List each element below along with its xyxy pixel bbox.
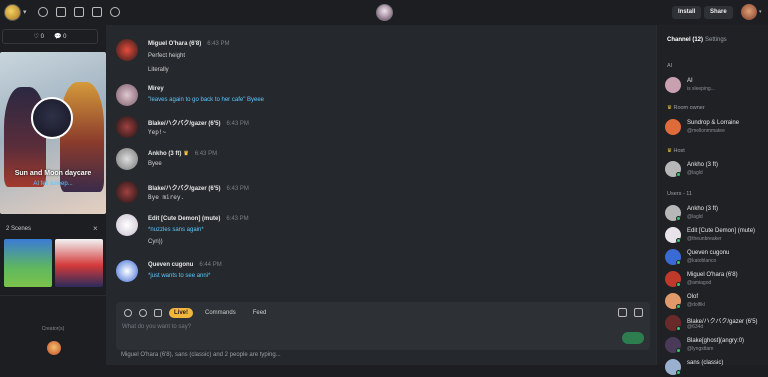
- crown-icon: ♛: [667, 148, 672, 154]
- share-button[interactable]: Share: [704, 6, 733, 19]
- scene-title: Sun and Moon daycare: [14, 170, 92, 177]
- online-indicator: [676, 216, 681, 221]
- add-icon[interactable]: [110, 7, 120, 17]
- avatar[interactable]: [116, 148, 138, 170]
- tab-feed[interactable]: Feed: [248, 308, 272, 318]
- creator-avatar[interactable]: [47, 341, 61, 355]
- scene-thumbnail[interactable]: [4, 239, 52, 287]
- chevron-down-icon[interactable]: ▾: [23, 8, 27, 16]
- composer-toolbar: Live! Commands Feed: [124, 308, 271, 318]
- crown-icon: ♛: [667, 105, 672, 111]
- scene-status: AI fell asleep...: [33, 181, 73, 187]
- top-toolbar: [38, 7, 120, 17]
- user-list-item[interactable]: Blake/ハクバク/gazer (6'5) @634d: [665, 315, 765, 333]
- user-list-item[interactable]: Olof @dolfikl: [665, 293, 765, 311]
- online-indicator: [676, 348, 681, 353]
- creators-label: Creator(s): [41, 326, 65, 332]
- user-list-item[interactable]: Ankho (3 ft) @lagld: [665, 205, 765, 223]
- room-stats: ♡ 0 💬 0: [2, 29, 98, 44]
- ai-user[interactable]: AI is sleeping...: [665, 77, 765, 95]
- emoji-icon[interactable]: [124, 309, 132, 317]
- user-list-item[interactable]: sans (classic): [665, 359, 765, 377]
- tab-settings[interactable]: Settings: [705, 37, 727, 43]
- owner-user[interactable]: Sundrop & Lorraine @mellonmmatee: [665, 119, 765, 137]
- top-bar: ▾ Install Share ▾: [0, 0, 768, 25]
- close-icon[interactable]: ×: [93, 224, 98, 233]
- host-user[interactable]: Ankho (3 ft) @lagld: [665, 161, 765, 179]
- panel-toggle-icon[interactable]: [634, 308, 643, 317]
- chat-stat[interactable]: 💬 0: [54, 33, 67, 40]
- user-list-item[interactable]: Blake[ghost](angry:0) @lyngsttam: [665, 337, 765, 355]
- app-logo[interactable]: [4, 4, 21, 21]
- sticker-icon[interactable]: [139, 309, 147, 317]
- compass-icon[interactable]: [38, 7, 48, 17]
- owner-section-label: ♛ Room owner: [667, 105, 705, 111]
- users-section-label: Users - 11: [667, 191, 692, 197]
- heart-stat[interactable]: ♡ 0: [34, 33, 44, 40]
- avatar[interactable]: [116, 214, 138, 236]
- user-list-item[interactable]: Edit [Cute Demon] (mute) @theunbreaker: [665, 227, 765, 245]
- typing-indicator: Miguel O'hara (6'8), sans (classic) and …: [121, 352, 281, 358]
- image-icon[interactable]: [92, 7, 102, 17]
- sliders-icon[interactable]: [74, 7, 84, 17]
- chat-bubble-icon: 💬: [53, 34, 62, 40]
- divider: [0, 295, 106, 296]
- tab-commands[interactable]: Commands: [200, 308, 241, 318]
- avatar[interactable]: [116, 39, 138, 61]
- message-input[interactable]: What do you want to say?: [122, 324, 191, 330]
- install-button[interactable]: Install: [672, 6, 702, 19]
- image-upload-icon[interactable]: [618, 308, 627, 317]
- heart-icon: ♡: [33, 34, 39, 40]
- online-indicator: [676, 238, 681, 243]
- avatar[interactable]: [116, 181, 138, 203]
- left-panel: ♡ 0 💬 0 Sun and Moon daycare AI fell asl…: [0, 25, 106, 365]
- chevron-down-icon[interactable]: ▾: [759, 9, 762, 15]
- scenes-label: 2 Scenes: [6, 226, 32, 232]
- online-indicator: [676, 282, 681, 287]
- avatar: [665, 77, 681, 93]
- online-indicator: [676, 172, 681, 177]
- avatar: [665, 119, 681, 135]
- scene-thumbnail[interactable]: [55, 239, 103, 287]
- online-indicator: [676, 326, 681, 331]
- right-panel: Channel (12) Settings AI AI is sleeping.…: [656, 25, 768, 375]
- online-indicator: [676, 370, 681, 375]
- avatar[interactable]: [116, 116, 138, 138]
- scene-card[interactable]: Sun and Moon daycare AI fell asleep...: [0, 52, 106, 214]
- online-indicator: [676, 260, 681, 265]
- scene-avatar: [31, 97, 73, 139]
- room-avatar[interactable]: [376, 4, 393, 21]
- avatar[interactable]: [116, 260, 138, 282]
- tab-channel[interactable]: Channel (12): [667, 37, 703, 43]
- online-indicator: [676, 304, 681, 309]
- user-avatar[interactable]: [741, 4, 757, 20]
- avatar[interactable]: [116, 84, 138, 106]
- user-list-item[interactable]: Queven cugonu @katoblanco: [665, 249, 765, 267]
- send-button[interactable]: [622, 332, 644, 344]
- host-section-label: ♛ Host: [667, 148, 685, 154]
- crown-icon: ♛: [183, 151, 189, 157]
- message-composer: Live! Commands Feed What do you want to …: [116, 302, 650, 350]
- ai-section-label: AI: [667, 63, 673, 69]
- chat-icon[interactable]: [56, 7, 66, 17]
- tab-live[interactable]: Live!: [169, 308, 194, 318]
- bank-icon[interactable]: [154, 309, 162, 317]
- user-list-item[interactable]: Miguel O'hara (6'8) @amiagod: [665, 271, 765, 289]
